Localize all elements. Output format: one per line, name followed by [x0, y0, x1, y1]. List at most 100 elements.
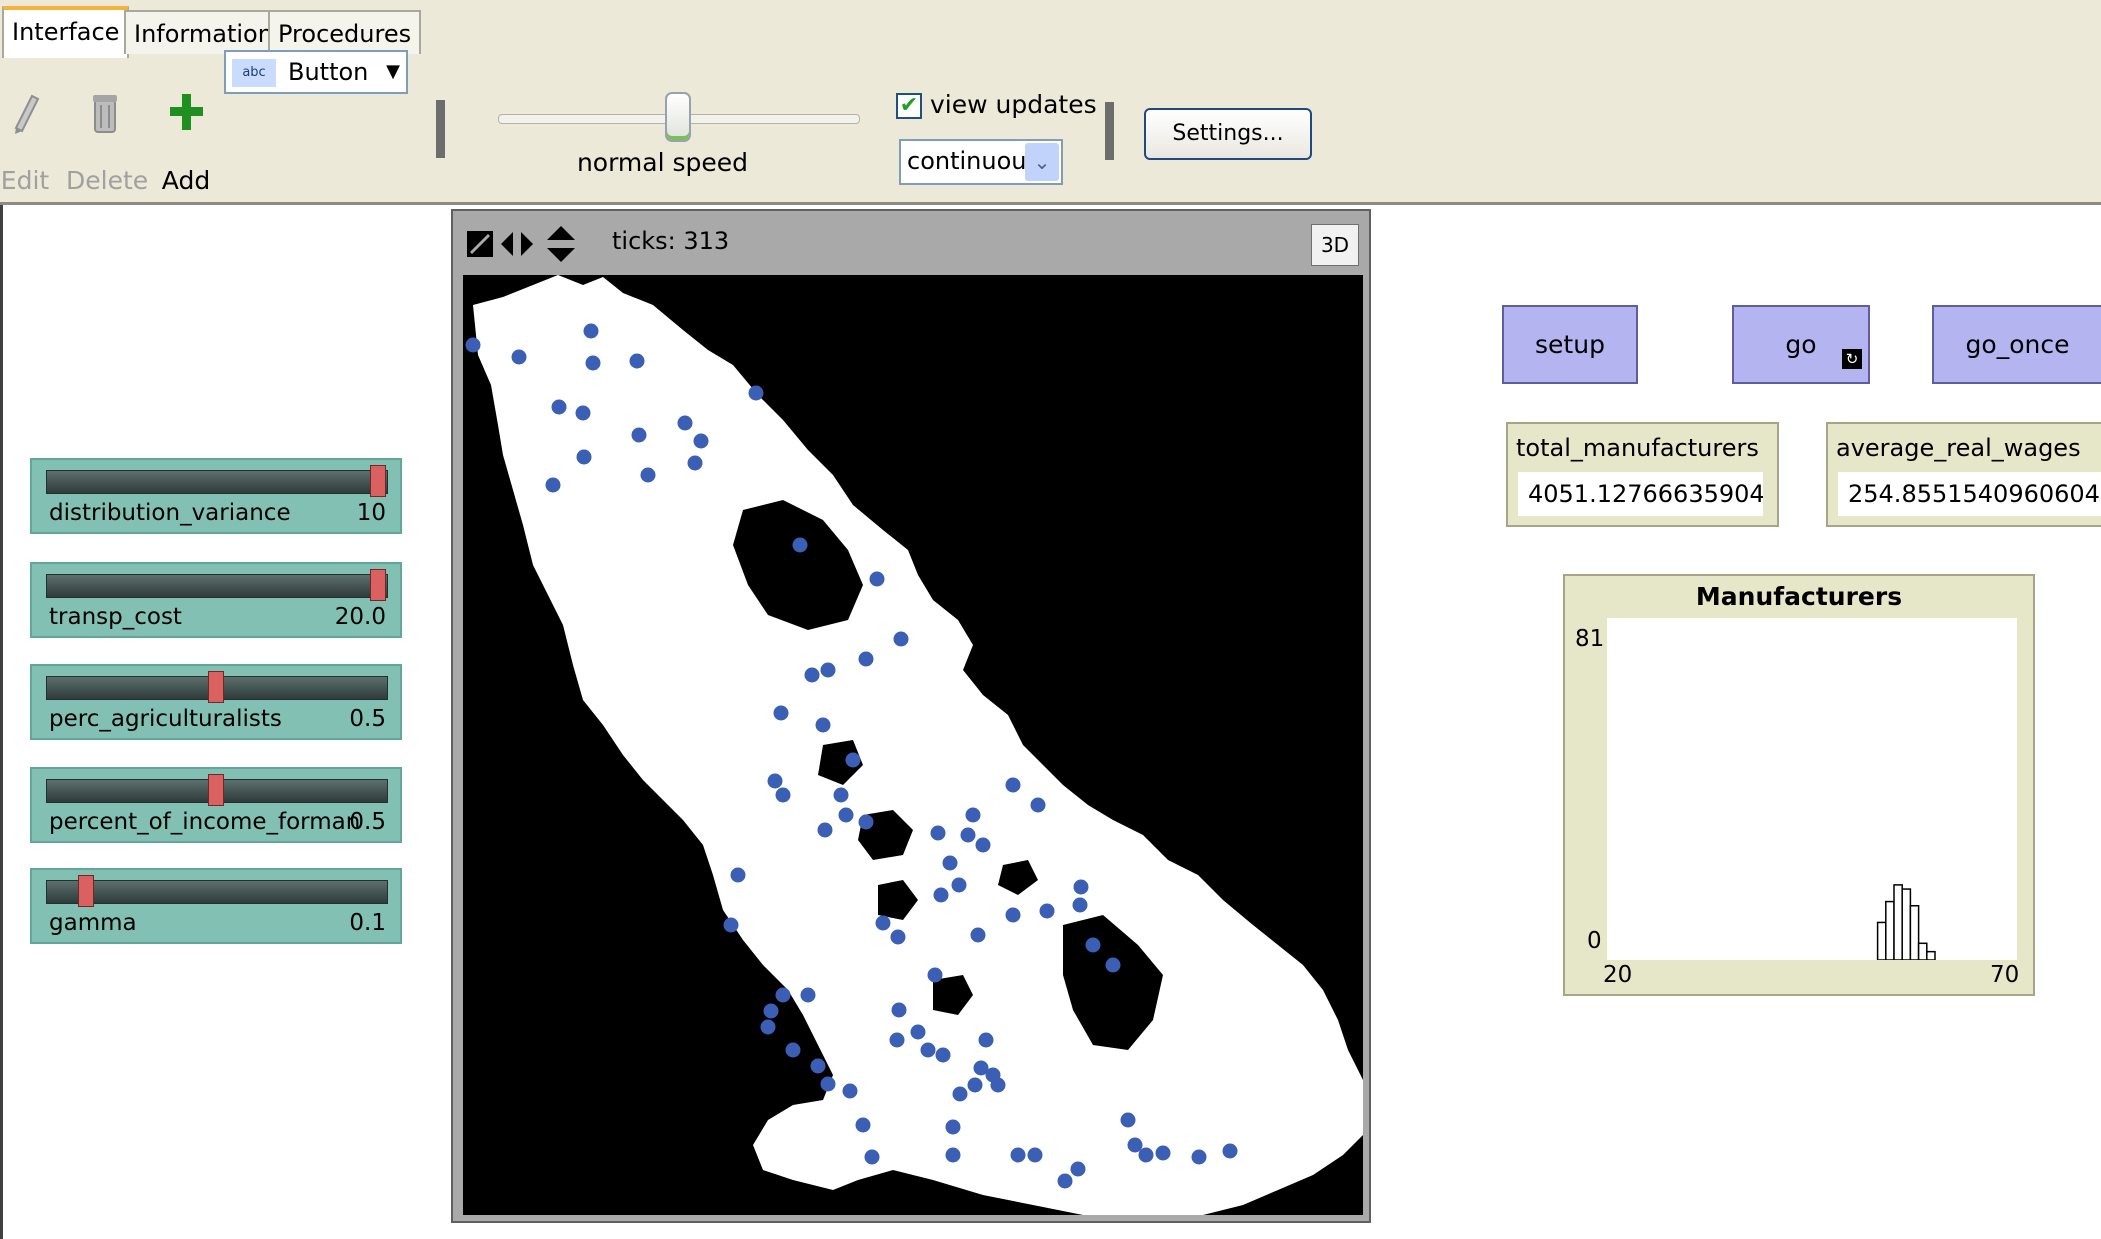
slider-knob[interactable]	[370, 569, 386, 601]
slider-distribution-variance[interactable]: distribution_variance 10	[30, 458, 402, 534]
world-view[interactable]: ticks: 313 3D	[451, 209, 1371, 1223]
plot-title: Manufacturers	[1695, 582, 1903, 611]
turtle-agent	[1191, 1149, 1207, 1165]
turtle-agent	[927, 967, 943, 983]
slider-knob[interactable]	[78, 875, 95, 907]
go-button[interactable]: go ↻	[1732, 305, 1870, 384]
3d-view-button[interactable]: 3D	[1311, 224, 1359, 266]
update-mode-select[interactable]: continuous ⌄	[899, 139, 1063, 185]
turtle-agent	[1027, 1147, 1043, 1163]
slider-perc-agriculturalists[interactable]: perc_agriculturalists 0.5	[30, 664, 402, 740]
slider-label: transp_cost	[49, 604, 182, 630]
turtle-agent	[583, 323, 599, 339]
turtle-agent	[858, 651, 874, 667]
speed-slider-thumb[interactable]	[665, 92, 691, 142]
turtle-agent	[945, 1147, 961, 1163]
edit-button[interactable]: Edit	[0, 90, 50, 200]
x-max-label: 70	[1990, 962, 2020, 988]
go-once-label: go_once	[1965, 330, 2070, 359]
turtle-agent	[960, 827, 976, 843]
turtle-agent	[1073, 879, 1089, 895]
monitor-average-real-wages: average_real_wages 254.8551540960604	[1826, 422, 2101, 527]
turtle-agent	[629, 353, 645, 369]
setup-button[interactable]: setup	[1502, 305, 1638, 384]
turtle-agent	[1057, 1173, 1073, 1189]
x-min-label: 20	[1603, 962, 1633, 988]
slider-rail[interactable]	[46, 880, 388, 904]
turtle-agent	[763, 1003, 779, 1019]
turtle-agent	[1030, 797, 1046, 813]
slider-transp-cost[interactable]: transp_cost 20.0	[30, 562, 402, 638]
slider-gamma[interactable]: gamma 0.1	[30, 868, 402, 944]
slider-value: 10	[356, 500, 386, 526]
slider-knob[interactable]	[370, 465, 386, 497]
turtle-agent	[842, 1083, 858, 1099]
turtle-agent	[1072, 897, 1088, 913]
go-once-button[interactable]: go_once	[1932, 305, 2101, 384]
tab-information[interactable]: Information	[124, 10, 283, 54]
turtle-agent	[575, 405, 591, 421]
tab-interface[interactable]: Interface	[2, 6, 130, 58]
turtle-agent	[1105, 957, 1121, 973]
turtle-agent	[942, 855, 958, 871]
turtle-agent	[640, 467, 656, 483]
turtle-agent	[910, 1024, 926, 1040]
trash-can-icon	[93, 95, 117, 133]
monitor-label: total_manufacturers	[1516, 434, 1759, 462]
monitor-value: 4051.12766635904	[1518, 472, 1763, 516]
turtle-agent	[817, 822, 833, 838]
tab-procedures[interactable]: Procedures	[268, 10, 422, 54]
turtle-agent	[845, 752, 861, 768]
turtle-agent	[985, 1067, 1001, 1083]
pencil-icon	[14, 94, 40, 134]
delete-button[interactable]: Delete	[66, 90, 148, 200]
turtle-agent	[869, 571, 885, 587]
slider-label: perc_agriculturalists	[49, 706, 282, 732]
slider-percent-of-income-forman[interactable]: percent_of_income_forman 0.5	[30, 767, 402, 843]
slider-rail[interactable]	[46, 574, 388, 598]
view-control-bar: ticks: 313 3D	[453, 211, 1369, 271]
turtle-agent	[864, 1149, 880, 1165]
turtle-agent	[800, 987, 816, 1003]
widget-type-select[interactable]: abc Button ▼	[224, 50, 408, 94]
turtle-agent	[792, 537, 808, 553]
turtle-agent	[933, 887, 949, 903]
turtle-agent	[511, 349, 527, 365]
turtle-agent	[585, 355, 601, 371]
histogram-bar	[1876, 921, 1887, 961]
horizontal-arrows-icon	[501, 232, 533, 256]
turtle-agent	[951, 877, 967, 893]
histogram-bar	[1917, 942, 1928, 961]
settings-button[interactable]: Settings...	[1144, 108, 1312, 160]
monitor-value: 254.8551540960604	[1838, 472, 2101, 516]
turtle-agent	[833, 787, 849, 803]
turtle-agent	[730, 867, 746, 883]
turtle-agent	[1222, 1143, 1238, 1159]
turtle-agent	[748, 385, 764, 401]
slider-label: percent_of_income_forman	[49, 809, 361, 835]
turtle-agent	[858, 814, 874, 830]
turtle-agent	[1005, 777, 1021, 793]
turtle-agent	[785, 1042, 801, 1058]
add-button[interactable]: Add	[160, 90, 212, 200]
turtle-agent	[1120, 1112, 1136, 1128]
turtle-agent	[723, 917, 739, 933]
turtle-agent	[767, 773, 783, 789]
turtle-agent	[891, 1002, 907, 1018]
turtle-agent	[978, 1032, 994, 1048]
turtle-agent	[687, 455, 703, 471]
plot-area	[1607, 618, 2017, 961]
slider-rail[interactable]	[46, 470, 388, 494]
toolbar-separator	[1105, 102, 1114, 160]
edit-label: Edit	[0, 166, 50, 195]
interface-edge	[0, 205, 3, 1239]
view-updates-checkbox[interactable]: ✔	[896, 93, 922, 119]
turtle-agent	[889, 1032, 905, 1048]
speed-label: normal speed	[576, 148, 749, 177]
turtle-agent	[1138, 1147, 1154, 1163]
turtle-agent	[465, 337, 481, 353]
land-mass	[473, 275, 1363, 1215]
slider-knob[interactable]	[208, 774, 224, 806]
world-canvas[interactable]	[463, 275, 1363, 1215]
slider-knob[interactable]	[208, 671, 224, 703]
